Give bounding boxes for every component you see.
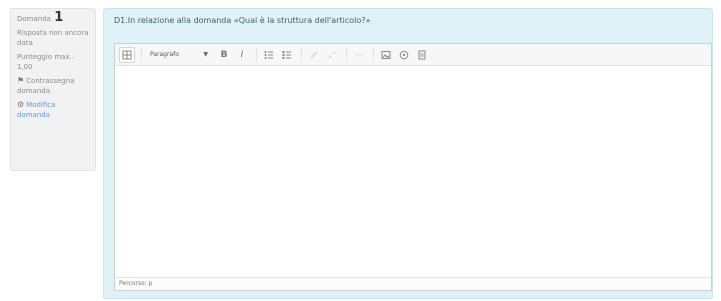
marks-label: Punteggio max.: (17, 53, 75, 61)
media-icon[interactable] (396, 47, 412, 63)
unordered-list-icon[interactable] (261, 47, 277, 63)
edit-question-link[interactable]: ⚙ Modifica domanda (17, 100, 89, 120)
flag-icon: ⚑ (17, 76, 25, 85)
unlink-icon[interactable] (324, 47, 340, 63)
question-number: 1 (54, 10, 64, 25)
italic-button[interactable]: I (234, 47, 250, 63)
image-icon[interactable] (378, 47, 394, 63)
paragraph-format-select[interactable]: Paragrafo ▼ (146, 47, 212, 63)
editor-toolbar: Paragrafo ▼ B I — (115, 44, 711, 66)
question-label: Domanda (17, 15, 51, 23)
ordered-list-icon[interactable] (279, 47, 295, 63)
question-info-panel: Domanda 1 Risposta non ancora data Punte… (10, 8, 96, 171)
toolbar-separator (141, 47, 142, 62)
question-number-line: Domanda 1 (17, 10, 89, 25)
toolbar-separator (346, 47, 347, 62)
bold-button[interactable]: B (216, 47, 232, 63)
link-icon[interactable] (306, 47, 322, 63)
editor-content-area[interactable] (115, 66, 711, 278)
format-select-value: Paragrafo (150, 51, 179, 58)
question-status: Risposta non ancora data (17, 29, 89, 47)
question-formulation: D1.In relazione alla domanda «Qual è la … (103, 8, 713, 299)
chevron-down-icon: ▼ (203, 51, 208, 58)
toolbar-separator (373, 47, 374, 62)
question-marks: Punteggio max.: 1,00 (17, 52, 89, 72)
flag-question-label: Contrassegna domanda (17, 77, 75, 95)
flag-question-link[interactable]: ⚑ Contrassegna domanda (17, 76, 89, 96)
marks-value: 1,00 (17, 63, 33, 71)
answer-editor: Paragrafo ▼ B I — Percorso: p (114, 43, 712, 291)
toolbar-separator (301, 47, 302, 62)
question-text: D1.In relazione alla domanda «Qual è la … (114, 16, 371, 25)
toolbar-separator (256, 47, 257, 62)
toolbar-toggle-icon[interactable] (119, 46, 135, 63)
manage-files-icon[interactable] (414, 47, 430, 63)
editor-path-bar: Percorso: p (115, 277, 711, 290)
gear-icon: ⚙ (17, 100, 25, 109)
blank-toolbar-icon[interactable]: — (351, 47, 367, 63)
